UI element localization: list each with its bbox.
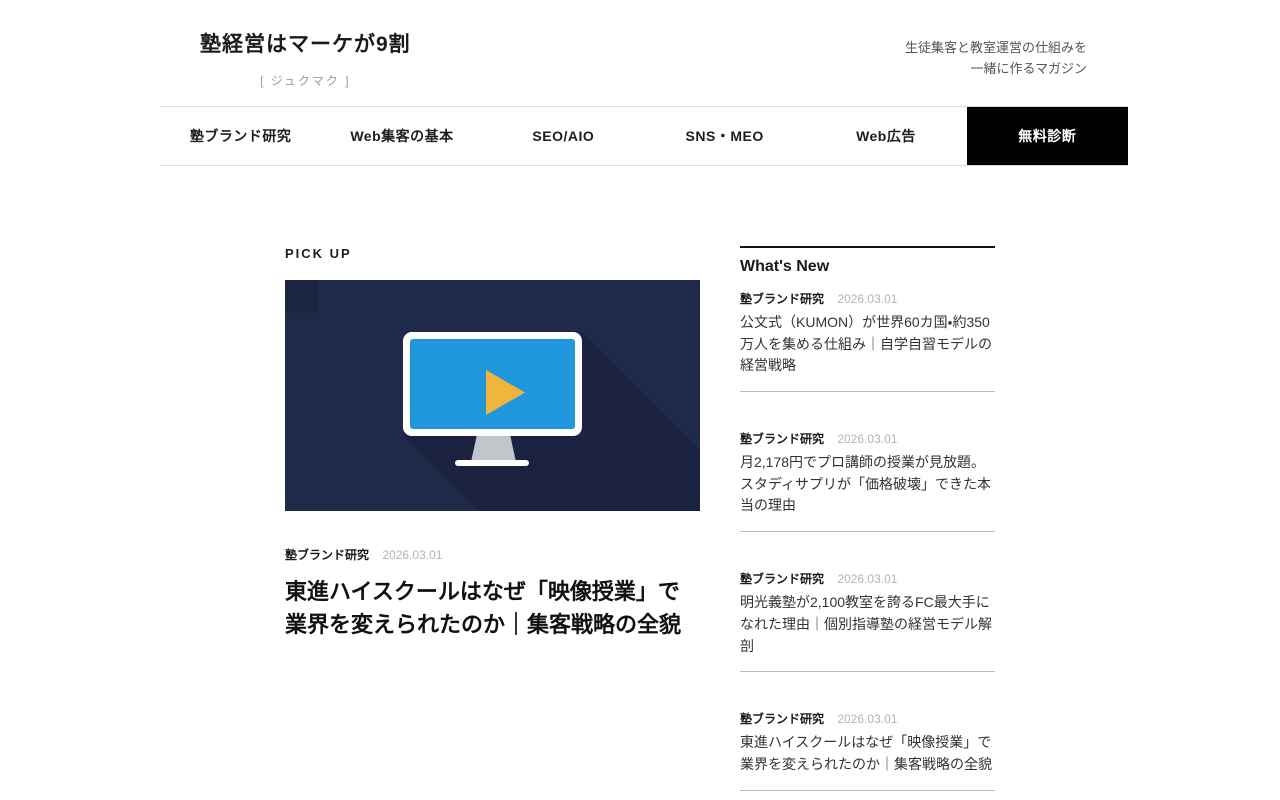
whats-new-heading: What's New [740,246,995,276]
list-item-date: 2026.03.01 [837,712,897,726]
list-item[interactable]: 塾ブランド研究 2026.03.01 公文式（KUMON）が世界60カ国・約35… [740,292,995,392]
nav-item-seo-aio[interactable]: SEO/AIO [483,107,644,165]
list-item-title: 月2,178円でプロ講師の授業が見放題。スタディサプリが「価格破壊」できた本当の… [740,452,995,517]
list-item[interactable]: 塾ブランド研究 2026.03.01 月2,178円でプロ講師の授業が見放題。ス… [740,432,995,532]
nav-item-sns-meo[interactable]: SNS・MEO [644,107,805,165]
featured-date: 2026.03.01 [382,548,442,562]
list-item-category: 塾ブランド研究 [740,712,824,726]
monitor-icon [403,332,582,436]
monitor-base-icon [455,460,529,466]
nav-item-web-ads[interactable]: Web広告 [805,107,966,165]
pickup-label: PICK UP [285,246,700,261]
list-item-category: 塾ブランド研究 [740,292,824,306]
featured-article-meta: 塾ブランド研究 2026.03.01 [285,548,700,563]
list-item[interactable]: 塾ブランド研究 2026.03.01 東進ハイスクールはなぜ「映像授業」で業界を… [740,712,995,790]
list-item[interactable]: 塾ブランド研究 2026.03.01 明光義塾が2,100教室を誇るFC最大手に… [740,572,995,672]
list-item-date: 2026.03.01 [837,432,897,446]
list-item-title: 東進ハイスクールはなぜ「映像授業」で業界を変えられたのか｜集客戦略の全貌 [740,732,995,775]
list-item-date: 2026.03.01 [837,292,897,306]
main-nav: 塾ブランド研究 Web集客の基本 SEO/AIO SNS・MEO Web広告 無… [160,106,1128,166]
list-item-category: 塾ブランド研究 [740,572,824,586]
monitor-screen-icon [410,339,575,429]
content-area: PICK UP 塾ブランド研究 2026.03.01 東進ハイスクールはなぜ「映… [285,246,995,800]
site-header: 塾経営はマーケが9割 [ ジュクマク ] 生徒集客と教室運営の仕組みを 一緒に作… [200,28,1087,92]
site-title[interactable]: 塾経営はマーケが9割 [200,28,411,58]
nav-item-web-acquisition[interactable]: Web集客の基本 [321,107,482,165]
list-item-category: 塾ブランド研究 [740,432,824,446]
site-tagline-line1: 生徒集客と教室運営の仕組みを [905,37,1087,58]
site-tagline: 生徒集客と教室運営の仕組みを 一緒に作るマガジン [905,28,1087,80]
list-item-meta: 塾ブランド研究 2026.03.01 [740,572,995,587]
list-item-meta: 塾ブランド研究 2026.03.01 [740,292,995,307]
site-brand[interactable]: 塾経営はマーケが9割 [ ジュクマク ] [200,28,411,89]
nav-item-brand-research[interactable]: 塾ブランド研究 [160,107,321,165]
list-item-title: 明光義塾が2,100教室を誇るFC最大手になれた理由｜個別指導塾の経営モデル解剖 [740,592,995,657]
featured-category-label[interactable]: 塾ブランド研究 [285,548,369,562]
site-tagline-line2: 一緒に作るマガジン [905,58,1087,79]
list-item-date: 2026.03.01 [837,572,897,586]
site-subtitle: [ ジュクマク ] [200,72,411,89]
monitor-stand-icon [471,435,516,462]
pickup-section: PICK UP 塾ブランド研究 2026.03.01 東進ハイスクールはなぜ「映… [285,246,700,800]
whats-new-sidebar: What's New 塾ブランド研究 2026.03.01 公文式（KUMON）… [740,246,995,800]
play-icon [486,370,525,415]
list-item-meta: 塾ブランド研究 2026.03.01 [740,432,995,447]
nav-item-free-diagnosis[interactable]: 無料診断 [967,107,1128,165]
featured-article-title[interactable]: 東進ハイスクールはなぜ「映像授業」で業界を変えられたのか｜集客戦略の全貌 [285,575,700,641]
featured-article-thumbnail[interactable] [285,280,700,511]
list-item-title: 公文式（KUMON）が世界60カ国・約350万人を集める仕組み｜自学自習モデルの… [740,312,995,377]
hero-corner-shade [285,280,318,313]
list-item-meta: 塾ブランド研究 2026.03.01 [740,712,995,727]
